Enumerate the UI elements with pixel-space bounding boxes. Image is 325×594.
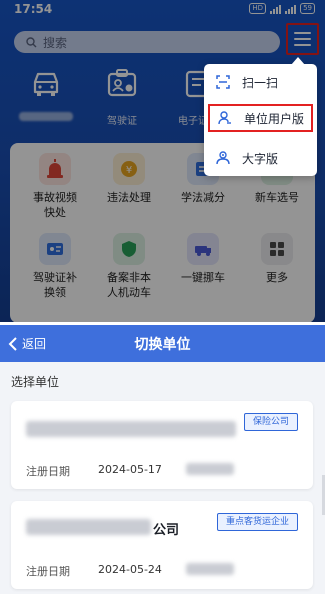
- menu-item-large-text[interactable]: 大字版: [208, 144, 313, 172]
- company-type-badge: 重点客货运企业: [216, 513, 298, 531]
- nav-bar: 返回 切换单位: [0, 325, 325, 362]
- switch-unit-screen: 返回 切换单位 选择单位 保险公司 注册日期 2024-05-17 公司 重点客…: [0, 325, 325, 594]
- company-name-suffix: 公司: [153, 523, 180, 538]
- menu-item-scan[interactable]: 扫一扫: [208, 68, 313, 96]
- date-value: 2024-05-24: [98, 563, 162, 576]
- company-card[interactable]: 公司 重点客货运企业 注册日期 2024-05-24: [11, 501, 313, 589]
- section-title: 选择单位: [11, 375, 60, 389]
- menu-item-unit-user[interactable]: 单位用户版: [208, 104, 313, 132]
- scan-icon: [216, 75, 230, 89]
- popup-menu: 扫一扫 单位用户版 大字版: [204, 57, 317, 176]
- unit-user-icon: [218, 111, 231, 125]
- date-label: 注册日期: [26, 565, 70, 578]
- blurred-info: [186, 563, 234, 575]
- page-title: 切换单位: [134, 337, 191, 353]
- company-type-badge: 保险公司: [243, 413, 298, 431]
- company-card[interactable]: 保险公司 注册日期 2024-05-17: [11, 401, 313, 489]
- menu-item-label: 单位用户版: [244, 111, 305, 126]
- date-value: 2024-05-17: [98, 463, 162, 476]
- date-label: 注册日期: [26, 465, 70, 478]
- menu-item-label: 扫一扫: [242, 75, 279, 90]
- company-name-blurred: [26, 421, 236, 437]
- home-screen: 17:54 HD 59 搜索 驾驶证 电子证件 事故视频 快处 ¥ 违法处理 学…: [0, 0, 325, 322]
- menu-item-label: 大字版: [242, 151, 279, 166]
- large-text-icon: [216, 151, 230, 165]
- company-name-blurred: [26, 519, 151, 535]
- blurred-info: [186, 463, 234, 475]
